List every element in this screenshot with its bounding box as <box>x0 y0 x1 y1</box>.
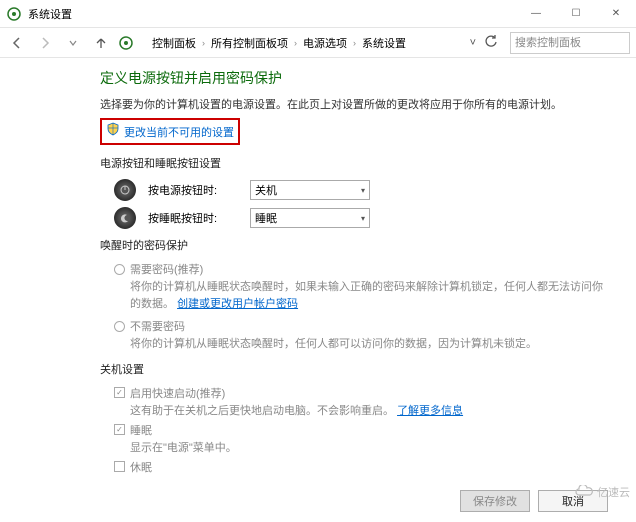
chevron-down-icon: ▾ <box>361 214 365 223</box>
buttons-section-label: 电源按钮和睡眠按钮设置 <box>100 155 606 171</box>
maximize-button[interactable]: ☐ <box>556 0 596 27</box>
breadcrumb-dropdown[interactable]: ˅ <box>466 37 480 49</box>
checkbox-icon <box>114 461 125 472</box>
radio-icon <box>114 321 125 332</box>
checkbox-fast-startup[interactable]: ✓启用快速启动(推荐) <box>114 385 606 401</box>
recent-dropdown[interactable] <box>62 32 84 54</box>
navbar: 控制面板 › 所有控制面板项 › 电源选项 › 系统设置 ˅ 搜索控制面板 <box>0 28 636 58</box>
create-password-link[interactable]: 创建或更改用户帐户密码 <box>177 298 298 310</box>
checkbox-icon: ✓ <box>114 424 125 435</box>
checkbox-fast-startup-desc: 这有助于在关机之后更快地启动电脑。不会影响重启。 了解更多信息 <box>130 402 606 418</box>
checkbox-icon: ✓ <box>114 387 125 398</box>
radio-no-password[interactable]: 不需要密码 <box>114 318 606 334</box>
change-settings-link-box: 更改当前不可用的设置 <box>100 118 240 145</box>
sleep-button-dropdown[interactable]: 睡眠▾ <box>250 208 370 228</box>
cloud-icon <box>574 485 594 500</box>
chevron-right-icon: › <box>353 38 356 48</box>
back-button[interactable] <box>6 32 28 54</box>
crumb-0[interactable]: 控制面板 <box>152 35 196 51</box>
page-description: 选择要为你的计算机设置的电源设置。在此页上对设置所做的更改将应用于你所有的电源计… <box>100 96 606 112</box>
crumb-1[interactable]: 所有控制面板项 <box>211 35 288 51</box>
watermark: 亿速云 <box>574 484 630 500</box>
checkbox-hibernate[interactable]: 休眠 <box>114 459 606 475</box>
shield-icon <box>106 122 120 141</box>
radio-label: 需要密码(推荐) <box>130 261 203 277</box>
save-button[interactable]: 保存修改 <box>460 490 530 512</box>
sleep-button-row: 按睡眠按钮时: 睡眠▾ <box>114 207 606 229</box>
radio-require-password-desc: 将你的计算机从睡眠状态唤醒时，如果未输入正确的密码来解除计算机锁定，任何人都无法… <box>130 279 606 312</box>
power-button-row: 按电源按钮时: 关机▾ <box>114 179 606 201</box>
radio-label: 不需要密码 <box>130 318 185 334</box>
radio-require-password[interactable]: 需要密码(推荐) <box>114 261 606 277</box>
power-button-icon <box>114 179 136 201</box>
close-button[interactable]: ✕ <box>596 0 636 27</box>
password-section-label: 唤醒时的密码保护 <box>100 237 606 253</box>
forward-button[interactable] <box>34 32 56 54</box>
page-heading: 定义电源按钮并启用密码保护 <box>100 68 606 88</box>
checkbox-sleep[interactable]: ✓睡眠 <box>114 422 606 438</box>
breadcrumb[interactable]: 控制面板 › 所有控制面板项 › 电源选项 › 系统设置 ˅ <box>146 32 504 54</box>
window-controls: — ☐ ✕ <box>516 0 636 27</box>
crumb-3[interactable]: 系统设置 <box>362 35 406 51</box>
radio-no-password-desc: 将你的计算机从睡眠状态唤醒时，任何人都可以访问你的数据，因为计算机未锁定。 <box>130 336 606 353</box>
titlebar: 系统设置 — ☐ ✕ <box>0 0 636 28</box>
power-icon-crumb <box>118 35 134 51</box>
chevron-right-icon: › <box>202 38 205 48</box>
crumb-2[interactable]: 电源选项 <box>303 35 347 51</box>
content: 定义电源按钮并启用密码保护 选择要为你的计算机设置的电源设置。在此页上对设置所做… <box>0 58 636 478</box>
power-icon <box>6 6 22 22</box>
radio-icon <box>114 264 125 275</box>
shutdown-section-label: 关机设置 <box>100 361 606 377</box>
change-settings-link[interactable]: 更改当前不可用的设置 <box>124 124 234 140</box>
minimize-button[interactable]: — <box>516 0 556 27</box>
chevron-right-icon: › <box>294 38 297 48</box>
learn-more-link[interactable]: 了解更多信息 <box>397 405 463 417</box>
window-title: 系统设置 <box>28 6 516 22</box>
checkbox-hibernate-desc: 显示在"电源"菜单中。 <box>130 476 606 479</box>
chevron-down-icon: ▾ <box>361 186 365 195</box>
search-input[interactable]: 搜索控制面板 <box>510 32 630 54</box>
checkbox-sleep-desc: 显示在"电源"菜单中。 <box>130 439 606 455</box>
sleep-button-icon <box>114 207 136 229</box>
up-button[interactable] <box>90 32 112 54</box>
refresh-button[interactable] <box>484 34 498 51</box>
power-button-label: 按电源按钮时: <box>148 182 238 198</box>
power-button-dropdown[interactable]: 关机▾ <box>250 180 370 200</box>
sleep-button-label: 按睡眠按钮时: <box>148 210 238 226</box>
